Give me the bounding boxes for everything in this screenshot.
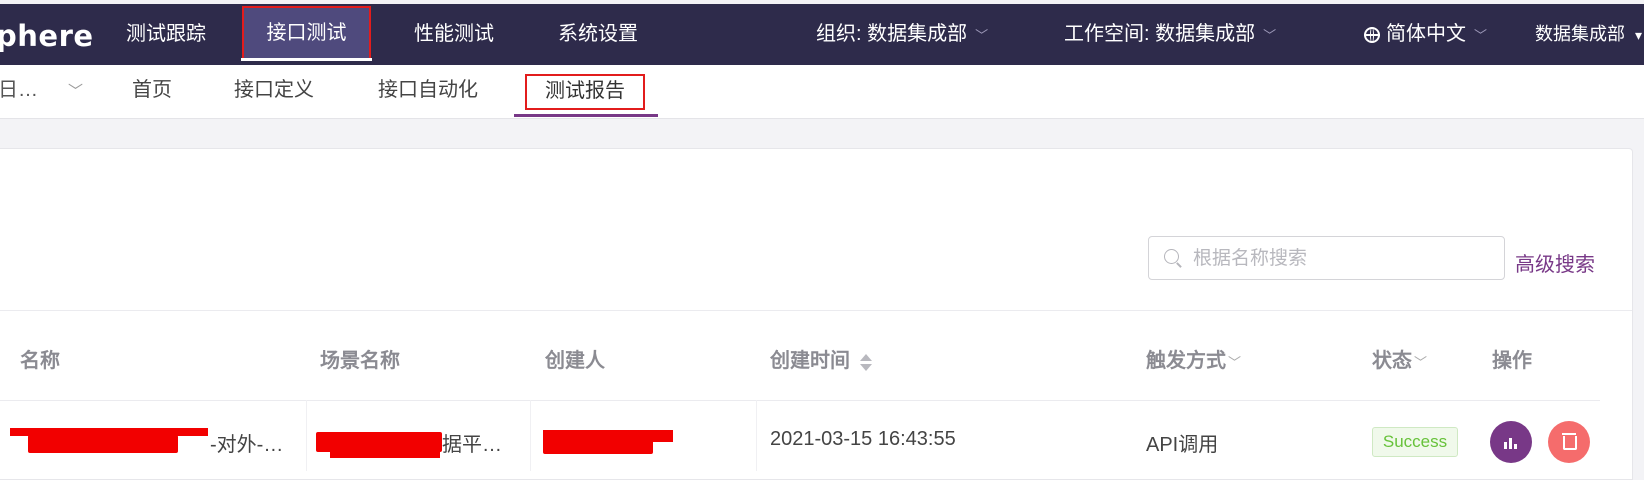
search-input[interactable]	[1191, 239, 1495, 279]
cell-scenario: 据平…	[442, 434, 502, 456]
search-box[interactable]	[1148, 236, 1505, 280]
workspace-selector[interactable]: 工作空间: 数据集成部 ﹀	[1064, 4, 1276, 65]
cell-name[interactable]: -对外-…	[210, 428, 283, 457]
language-selector[interactable]: 简体中文 ﹀	[1364, 4, 1487, 65]
sort-icon[interactable]	[860, 352, 872, 372]
active-subnav-indicator	[514, 114, 658, 117]
sub-navbar: 日… ﹀ 首页 接口定义 接口自动化 测试报告	[0, 65, 1644, 119]
caret-down-icon: ▾	[1635, 27, 1643, 43]
topnav-api-test[interactable]: 接口测试	[242, 6, 371, 60]
delete-report-button[interactable]	[1548, 421, 1590, 463]
org-selector[interactable]: 组织: 数据集成部 ﹀	[816, 4, 988, 65]
column-separator	[530, 400, 531, 471]
column-separator	[306, 400, 307, 471]
active-topnav-indicator	[241, 58, 372, 61]
topnav-test-tracking[interactable]: 测试跟踪	[126, 4, 206, 65]
column-header-status[interactable]: 状态 ﹀	[1372, 344, 1427, 373]
topnav-system-settings[interactable]: 系统设置	[558, 4, 638, 65]
search-icon	[1164, 249, 1179, 264]
chevron-down-icon: ﹀	[1263, 28, 1277, 43]
created-at-label: 创建时间	[770, 350, 850, 372]
top-navbar: phere 测试跟踪 接口测试 性能测试 系统设置 组织: 数据集成部 ﹀ 工作空…	[0, 4, 1644, 65]
view-report-button[interactable]	[1490, 421, 1532, 463]
column-header-name: 名称	[20, 350, 60, 372]
project-name: 日…	[0, 79, 38, 101]
column-header-trigger[interactable]: 触发方式 ﹀	[1146, 344, 1241, 373]
trigger-label: 触发方式	[1146, 350, 1226, 372]
divider	[0, 310, 1632, 311]
user-label: 数据集成部	[1535, 24, 1625, 44]
chevron-down-icon: ﹀	[1474, 28, 1488, 43]
column-header-scenario: 场景名称	[320, 350, 400, 372]
redaction-mark	[330, 449, 440, 458]
chevron-down-icon[interactable]: ﹀	[1228, 355, 1241, 370]
status-badge: Success	[1372, 427, 1458, 457]
project-selector[interactable]: 日… ﹀	[0, 65, 83, 117]
subnav-home[interactable]: 首页	[132, 65, 172, 115]
column-separator	[756, 400, 757, 471]
cell-created-at: 2021-03-15 16:43:55	[770, 428, 956, 450]
chevron-down-icon: ﹀	[68, 83, 84, 100]
workspace-label: 工作空间: 数据集成部	[1064, 23, 1256, 45]
cell-trigger: API调用	[1146, 434, 1219, 456]
chevron-down-icon[interactable]: ﹀	[1414, 355, 1427, 370]
status-label: 状态	[1372, 350, 1412, 372]
column-header-actions: 操作	[1492, 350, 1532, 372]
globe-icon	[1364, 27, 1380, 43]
subnav-api-automation[interactable]: 接口自动化	[378, 65, 478, 115]
user-menu[interactable]: 数据集成部 ▾	[1535, 4, 1642, 65]
column-header-creator: 创建人	[545, 350, 605, 372]
redaction-mark	[28, 435, 178, 453]
org-label: 组织: 数据集成部	[816, 23, 968, 45]
topnav-performance-test[interactable]: 性能测试	[414, 4, 494, 65]
subnav-test-report[interactable]: 测试报告	[525, 74, 645, 110]
column-header-created-at[interactable]: 创建时间	[770, 344, 872, 373]
chevron-down-icon: ﹀	[975, 28, 989, 43]
redaction-mark	[543, 440, 653, 454]
language-label: 简体中文	[1386, 23, 1466, 45]
subnav-api-definition[interactable]: 接口定义	[234, 65, 314, 115]
table-header-divider	[0, 400, 1600, 401]
app-logo[interactable]: phere	[0, 19, 94, 53]
advanced-search-link[interactable]: 高级搜索	[1515, 248, 1595, 277]
